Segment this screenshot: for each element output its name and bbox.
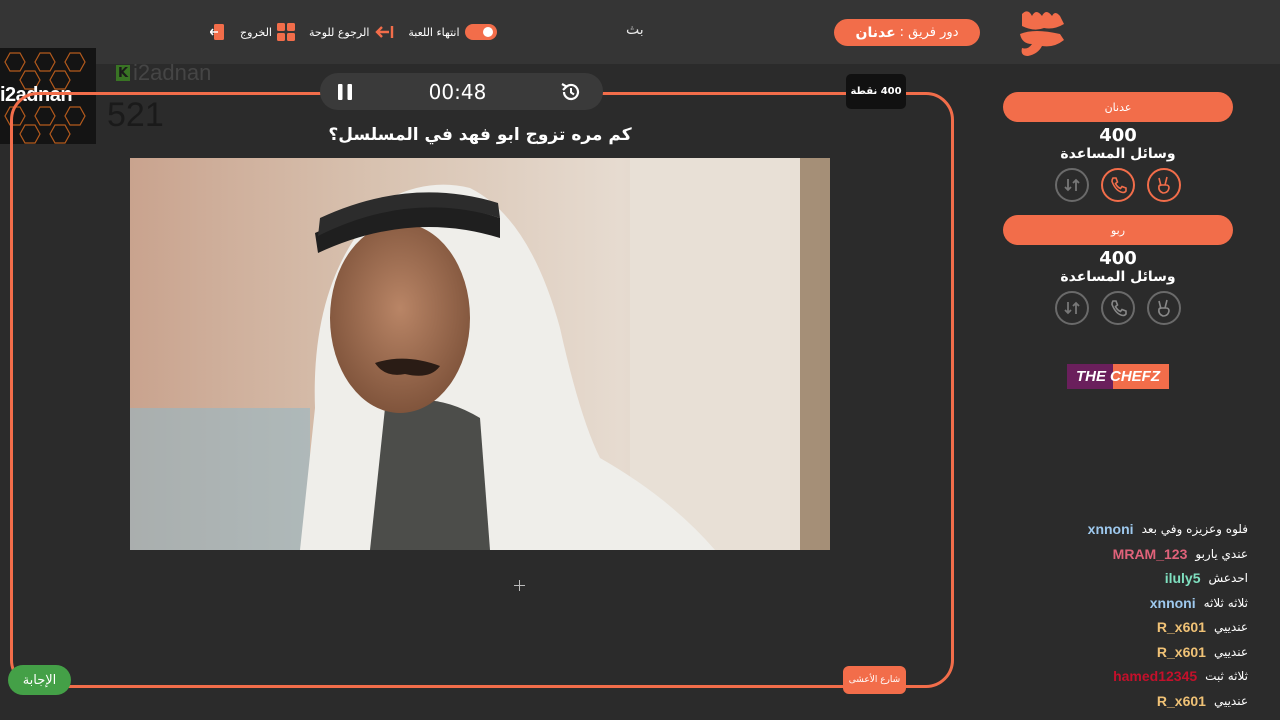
broadcast-label: بث — [626, 22, 644, 38]
kick-watermark: K i2adnan — [116, 60, 211, 86]
team-name: عدنان — [1003, 92, 1233, 122]
crosshair-cursor — [514, 580, 525, 591]
sponsor-logo: THE CHEFZ — [1067, 364, 1169, 389]
exit-label: الخروج — [240, 25, 272, 39]
peace-hand-icon — [1158, 299, 1170, 317]
peace-help-button[interactable] — [1147, 291, 1181, 325]
swap-icon — [1064, 301, 1080, 315]
timer: 00:48 — [428, 79, 487, 104]
arrow-back-icon — [375, 26, 394, 38]
chat-message: ثلاثه ثبت — [1205, 669, 1248, 684]
logo — [1014, 6, 1072, 58]
points-badge: 400 نقطة — [846, 74, 906, 109]
chat-username: R_x601 — [1156, 619, 1206, 636]
chat-message: احدعش — [1208, 571, 1248, 586]
phone-help-button[interactable] — [1101, 168, 1135, 202]
helps-label: وسائل المساعدة — [1060, 269, 1176, 285]
chat-username: xnnoni — [1149, 594, 1196, 611]
chat-username: R_x601 — [1156, 643, 1206, 660]
phone-help-button[interactable] — [1101, 291, 1135, 325]
turn-indicator: دور فريق : عدنان — [834, 19, 980, 46]
chat-username: R_x601 — [1156, 692, 1206, 709]
swap-help-button[interactable] — [1055, 168, 1089, 202]
turn-label: دور فريق : — [899, 25, 959, 40]
helps-row — [1003, 168, 1233, 202]
grid-icon — [277, 23, 295, 41]
team-card-2: ربو 400 وسائل المساعدة — [1003, 215, 1233, 325]
sponsor-text-a: THE — [1076, 368, 1106, 385]
kick-handle: i2adnan — [133, 60, 212, 85]
swap-icon — [1064, 178, 1080, 192]
end-game-toggle[interactable]: انتهاء اللعبة — [408, 24, 497, 40]
peace-help-button[interactable] — [1147, 168, 1181, 202]
exit-button[interactable]: الخروج — [240, 23, 295, 41]
team-score: 400 — [1099, 125, 1137, 146]
chat-message: عندي ياربو — [1195, 546, 1248, 561]
timer-bar: 00:48 — [320, 73, 603, 110]
chat-row: عندييي R_x601 — [1157, 640, 1248, 665]
sponsor-text-b: CHEFZ — [1110, 368, 1160, 385]
chat-username: MRAM_123 — [1112, 545, 1188, 562]
back-to-board-button[interactable]: الرجوع للوحة — [309, 24, 394, 40]
swap-help-button[interactable] — [1055, 291, 1089, 325]
question-image — [130, 158, 830, 550]
chat-row: احدعش iluly5 — [1165, 566, 1248, 591]
answer-button[interactable]: الإجابة — [8, 665, 71, 695]
chat-message: ثلاثه ثلاثه — [1203, 595, 1248, 610]
chat-message: فلوه وعزيزه وفي بعد — [1141, 522, 1248, 537]
helps-label: وسائل المساعدة — [1060, 146, 1176, 162]
phone-icon — [1111, 300, 1127, 317]
team-score: 400 — [1099, 248, 1137, 269]
turn-team: عدنان — [855, 24, 896, 41]
pause-icon[interactable] — [334, 81, 356, 103]
chat-row: ثلاثه ثبت hamed12345 — [1113, 664, 1248, 689]
toolbar: انتهاء اللعبة الرجوع للوحة الخروج — [210, 20, 497, 44]
toggle-icon[interactable] — [464, 24, 497, 40]
chat-row: عندييي R_x601 — [1157, 689, 1248, 714]
chat-row: عندييي R_x601 — [1157, 615, 1248, 640]
chat-row: ثلاثه ثلاثه xnnoni — [1150, 591, 1248, 616]
end-game-label: انتهاء اللعبة — [408, 25, 460, 39]
question-text: كم مره تزوج ابو فهد في المسلسل؟ — [328, 125, 632, 145]
restart-timer-icon[interactable] — [559, 80, 583, 104]
team-card-1: عدنان 400 وسائل المساعدة — [1003, 92, 1233, 202]
kick-icon: K — [116, 65, 130, 81]
chat-message: عندييي — [1213, 693, 1248, 708]
location-button[interactable]: شارع الأعشى — [843, 666, 906, 694]
team-name: ربو — [1003, 215, 1233, 245]
chat-message: عندييي — [1213, 644, 1248, 659]
exit-icon-button[interactable] — [210, 23, 226, 41]
peace-hand-icon — [1158, 176, 1170, 194]
phone-icon — [1111, 177, 1127, 194]
exit-icon — [210, 24, 224, 40]
chat-message: عندييي — [1213, 620, 1248, 635]
chat-row: فلوه وعزيزه وفي بعد xnnoni — [1088, 517, 1248, 542]
back-to-board-label: الرجوع للوحة — [309, 25, 370, 39]
chat-username: xnnoni — [1087, 521, 1134, 538]
chat-username: iluly5 — [1164, 570, 1201, 587]
chat-row: عندي ياربو MRAM_123 — [1113, 542, 1248, 567]
helps-row — [1003, 291, 1233, 325]
chat-username: hamed12345 — [1113, 668, 1198, 685]
